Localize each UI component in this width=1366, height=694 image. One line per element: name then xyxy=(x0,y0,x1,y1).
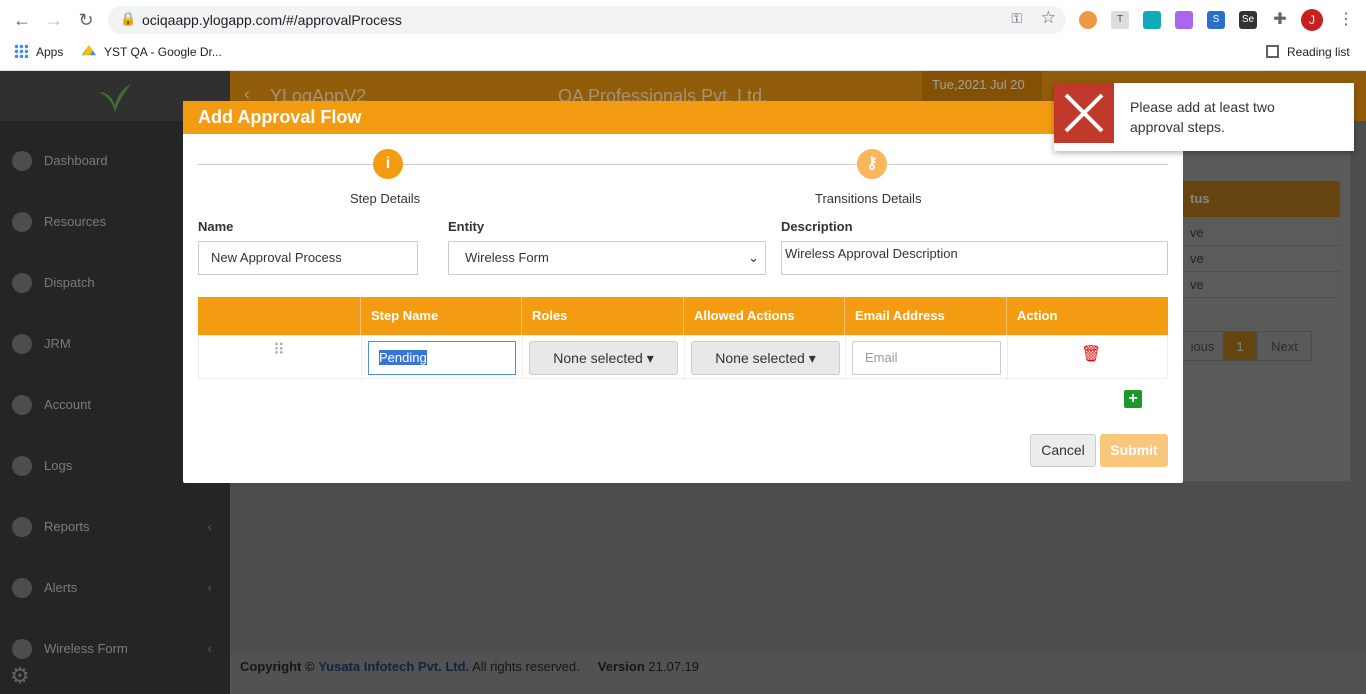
drag-handle-icon[interactable]: ⠿ xyxy=(273,340,285,360)
bookmark-label: Apps xyxy=(36,45,64,59)
puzzle-icon[interactable]: ✚ xyxy=(1271,11,1289,29)
forward-arrow-icon[interactable]: → xyxy=(42,8,66,32)
info-icon[interactable]: i xyxy=(373,149,403,179)
bookmark-label: Reading list xyxy=(1287,45,1350,59)
step-name-cell: Pending xyxy=(361,336,522,380)
entity-select[interactable]: Wireless Form ⌄ xyxy=(448,241,766,275)
url-text[interactable]: ociqaapp.ylogapp.com/#/approvalProcess xyxy=(142,12,402,28)
extension-icon[interactable] xyxy=(1175,11,1193,29)
reading-list[interactable]: Reading list xyxy=(1266,43,1350,61)
entity-label: Entity xyxy=(448,219,485,234)
allowed-actions-value: None selected xyxy=(715,350,805,366)
entity-selected-value: Wireless Form xyxy=(465,250,549,265)
cancel-button[interactable]: Cancel xyxy=(1030,434,1096,467)
caret-down-icon: ▾ xyxy=(646,350,654,366)
email-input[interactable]: Email xyxy=(852,341,1001,375)
google-drive-icon xyxy=(82,45,96,56)
address-bar[interactable]: 🔒 ociqaapp.ylogapp.com/#/approvalProcess… xyxy=(108,6,1066,34)
allowed-actions-multiselect[interactable]: None selected ▾ xyxy=(691,341,840,375)
action-cell: 🗑 xyxy=(1007,336,1169,380)
reload-icon[interactable]: ↻ xyxy=(74,8,98,32)
column-header: Email Address xyxy=(844,297,1006,335)
column-header: Roles xyxy=(521,297,683,335)
star-icon[interactable]: ☆ xyxy=(1041,8,1056,28)
browser-chrome: ← → ↻ 🔒 ociqaapp.ylogapp.com/#/approvalP… xyxy=(0,0,1366,71)
error-x-icon xyxy=(1054,83,1114,143)
table-header: Step Name Roles Allowed Actions Email Ad… xyxy=(198,297,1168,335)
profile-avatar[interactable]: J xyxy=(1301,9,1323,31)
email-cell: Email xyxy=(845,336,1007,380)
description-textarea[interactable]: Wireless Approval Description xyxy=(781,241,1168,275)
bookmark-drive[interactable]: YST QA - Google Dr... xyxy=(82,43,222,61)
bookmark-apps[interactable]: Apps xyxy=(14,43,63,61)
back-arrow-icon[interactable]: ← xyxy=(10,8,34,32)
bookmark-label: YST QA - Google Dr... xyxy=(104,45,222,59)
step-label-transitions[interactable]: Transitions Details xyxy=(815,191,921,206)
extension-icon[interactable] xyxy=(1143,11,1161,29)
extension-icon[interactable]: Se xyxy=(1239,11,1257,29)
modal-title: Add Approval Flow xyxy=(183,101,1183,134)
column-header: Step Name xyxy=(360,297,521,335)
trash-icon[interactable]: 🗑 xyxy=(1081,344,1101,364)
step-label-step-details[interactable]: Step Details xyxy=(350,191,420,206)
key-icon[interactable]: ⚷ xyxy=(857,149,887,179)
description-label: Description xyxy=(781,219,853,234)
extension-icon[interactable]: T xyxy=(1111,11,1129,29)
error-toast[interactable]: Please add at least two approval steps. xyxy=(1054,83,1354,151)
add-step-icon[interactable]: + xyxy=(1124,390,1142,408)
add-approval-flow-modal: Add Approval Flow i ⚷ Step Details Trans… xyxy=(183,101,1183,483)
reading-list-icon xyxy=(1266,45,1279,58)
roles-value: None selected xyxy=(553,350,643,366)
step-name-input[interactable]: Pending xyxy=(368,341,516,375)
apps-grid-icon xyxy=(14,44,28,58)
extension-icon[interactable]: S xyxy=(1207,11,1225,29)
column-header: Allowed Actions xyxy=(683,297,844,335)
step-name-selected-text: Pending xyxy=(379,350,427,365)
name-label: Name xyxy=(198,219,234,234)
table-row: ⠿ Pending None selected ▾ None selected … xyxy=(198,335,1169,380)
more-menu-icon[interactable]: ⋮ xyxy=(1338,9,1354,29)
column-header xyxy=(198,297,360,335)
toast-message: Please add at least two approval steps. xyxy=(1130,99,1275,135)
extension-icon[interactable] xyxy=(1079,11,1097,29)
wizard-line xyxy=(198,164,1168,165)
name-input[interactable]: New Approval Process xyxy=(198,241,418,275)
submit-button[interactable]: Submit xyxy=(1100,434,1168,467)
roles-cell: None selected ▾ xyxy=(522,336,684,380)
lock-icon: 🔒 xyxy=(120,11,137,26)
key-icon[interactable]: ⚿ xyxy=(1011,10,1022,27)
roles-multiselect[interactable]: None selected ▾ xyxy=(529,341,678,375)
column-header: Action xyxy=(1006,297,1168,335)
caret-down-icon: ▾ xyxy=(808,350,816,366)
chevron-down-icon: ⌄ xyxy=(748,250,759,265)
drag-cell: ⠿ xyxy=(199,336,361,380)
allowed-actions-cell: None selected ▾ xyxy=(684,336,845,380)
